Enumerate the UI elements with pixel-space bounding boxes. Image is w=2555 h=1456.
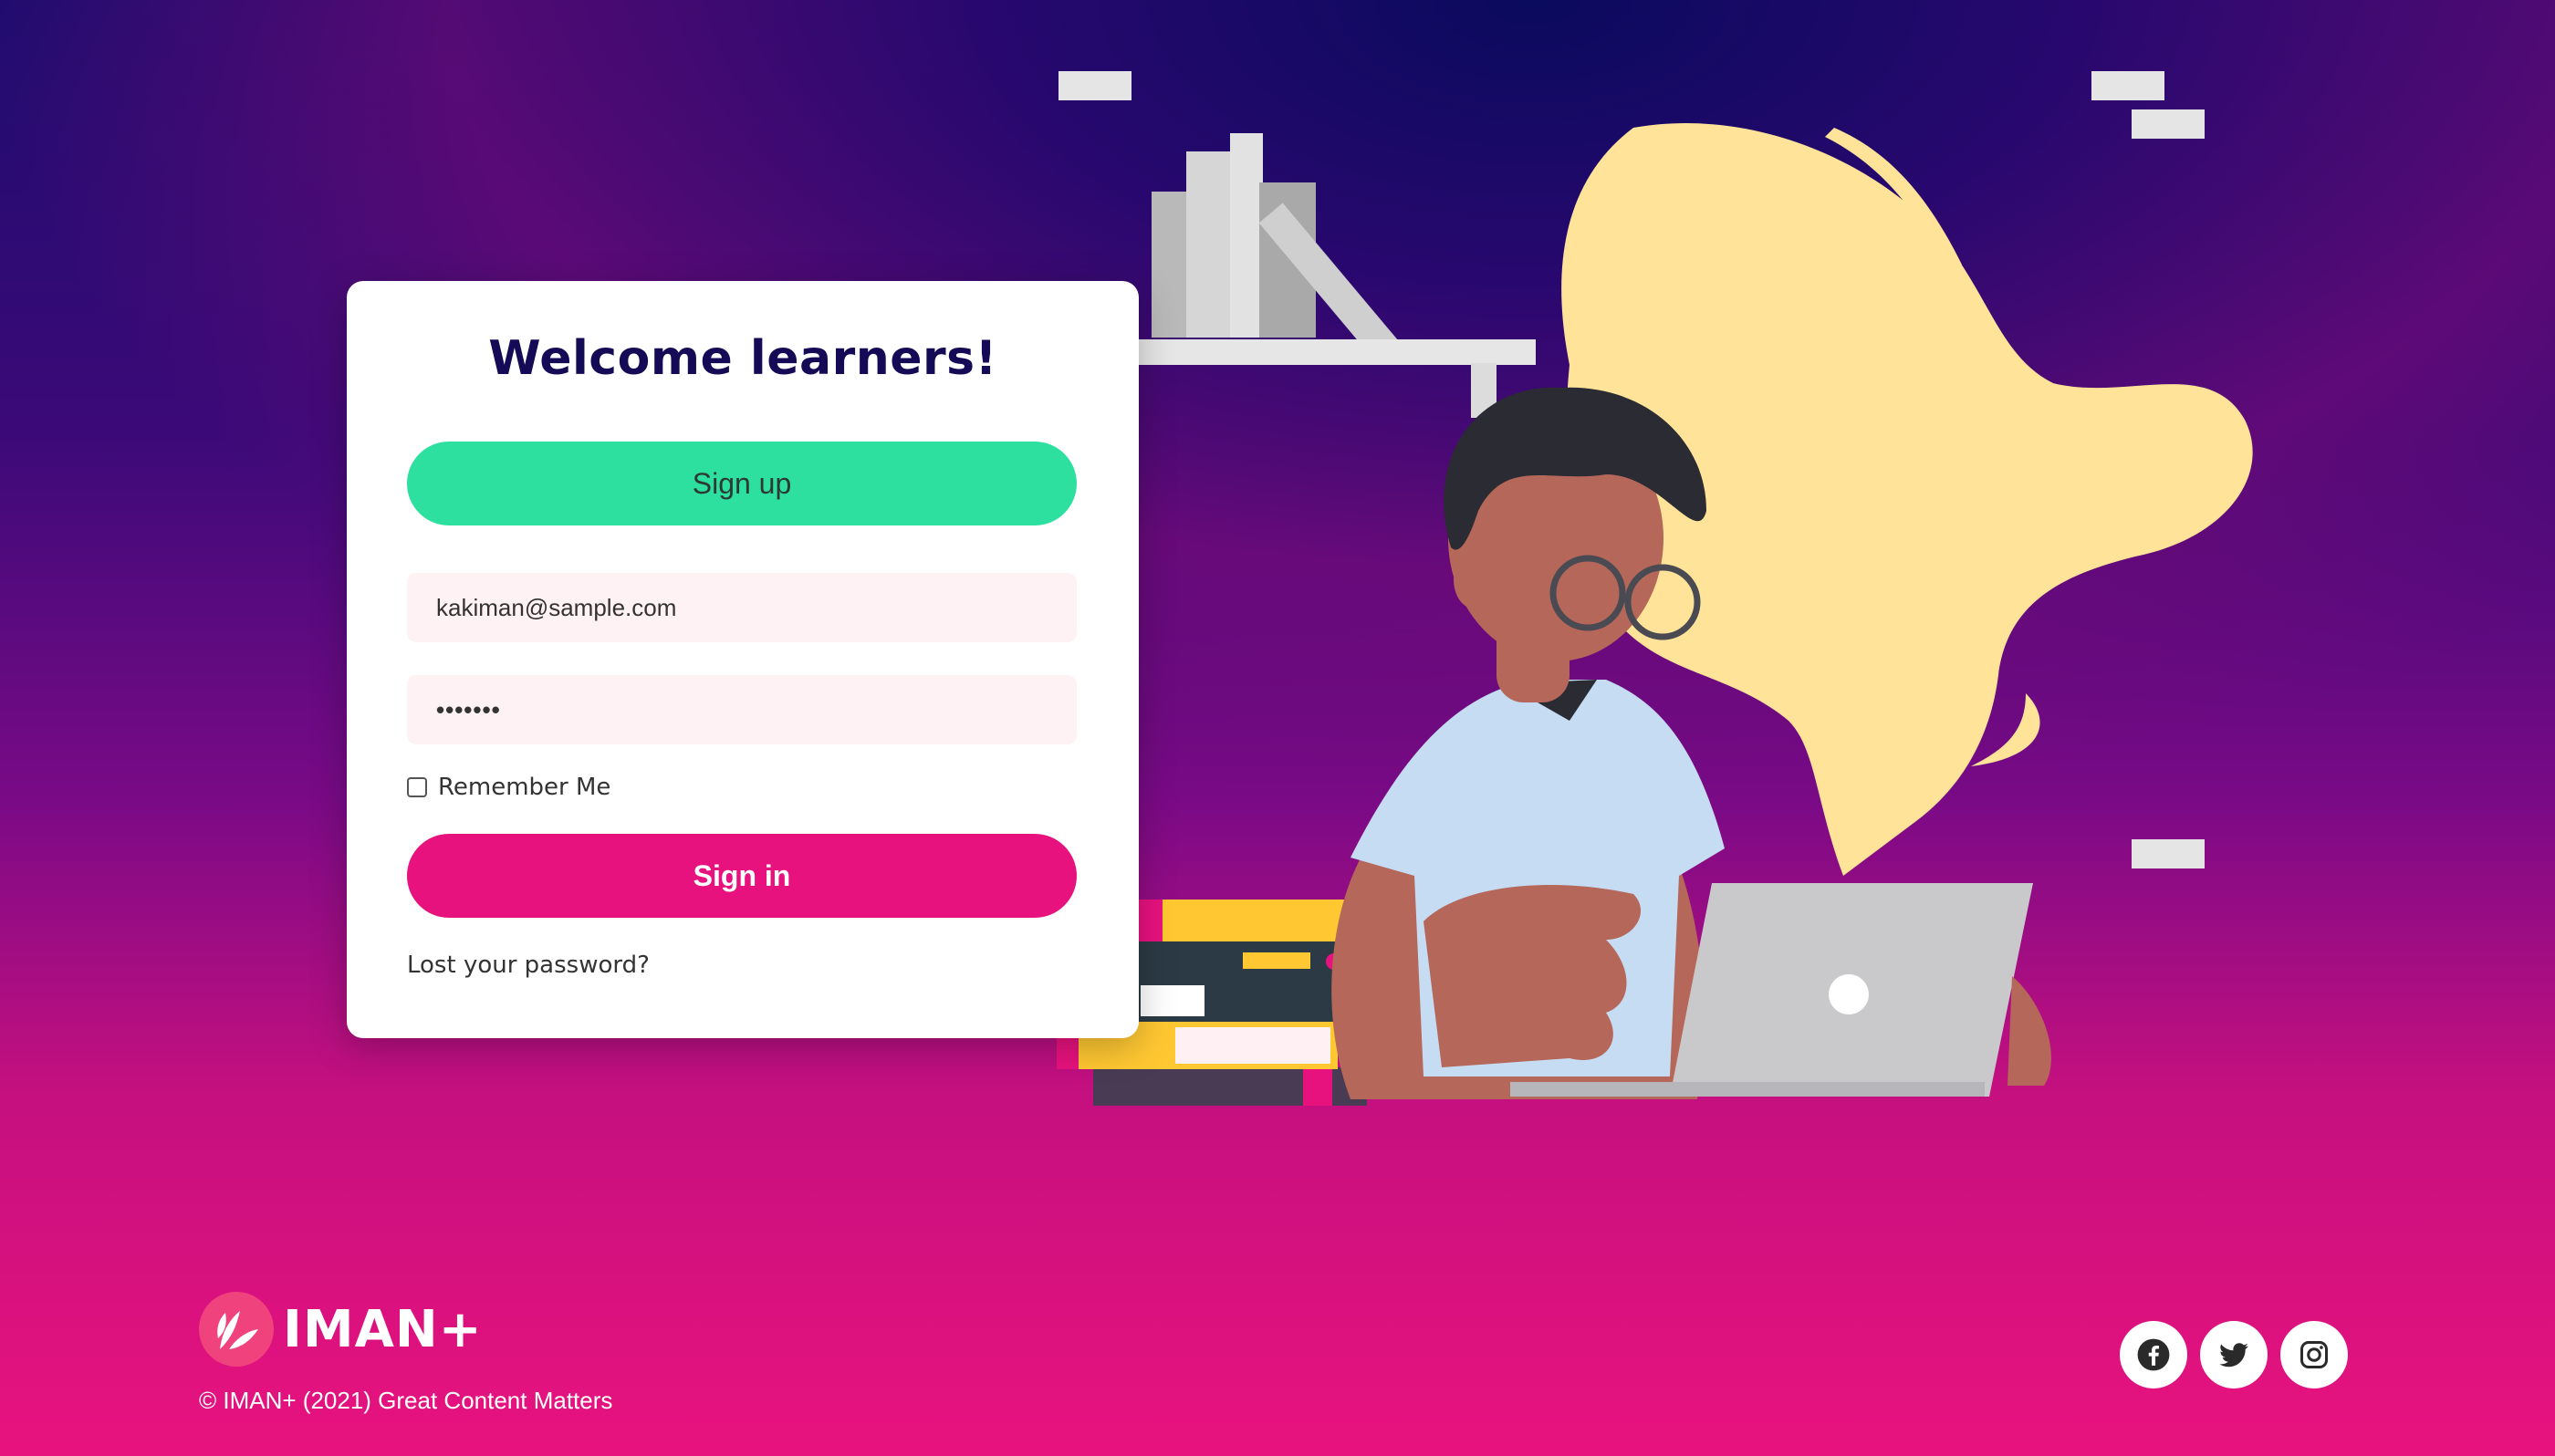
password-field-value: ••••••• xyxy=(436,695,501,723)
student-figure xyxy=(1331,387,1725,1099)
decor-block xyxy=(1058,71,1132,100)
remember-me-label[interactable]: Remember Me xyxy=(438,774,610,801)
remember-me-checkbox[interactable] xyxy=(407,777,427,797)
brand-logo-text: IMAN+ xyxy=(283,1299,483,1359)
twitter-icon xyxy=(2219,1343,2248,1368)
email-field[interactable]: kakiman@sample.com xyxy=(407,573,1077,642)
instagram-link[interactable] xyxy=(2280,1321,2348,1388)
sign-up-button[interactable]: Sign up xyxy=(407,442,1077,525)
decor-block xyxy=(2132,839,2205,868)
login-card: Welcome learners! Sign up kakiman@sample… xyxy=(347,281,1139,1038)
decor-block xyxy=(2091,71,2164,100)
facebook-icon xyxy=(2137,1338,2170,1371)
copyright-text: © IMAN+ (2021) Great Content Matters xyxy=(199,1387,613,1414)
lost-password-link[interactable]: Lost your password? xyxy=(407,952,650,979)
leaf-logo-icon xyxy=(199,1292,274,1367)
page-title: Welcome learners! xyxy=(488,331,997,386)
sign-in-button[interactable]: Sign in xyxy=(407,834,1077,918)
decor-block xyxy=(2132,109,2205,139)
instagram-icon xyxy=(2300,1341,2328,1368)
remember-me[interactable]: Remember Me xyxy=(407,774,610,801)
password-field[interactable]: ••••••• xyxy=(407,675,1077,744)
email-field-value: kakiman@sample.com xyxy=(436,593,677,621)
facebook-link[interactable] xyxy=(2120,1321,2187,1388)
twitter-link[interactable] xyxy=(2200,1321,2268,1388)
brand-logo[interactable]: IMAN+ xyxy=(199,1292,483,1367)
bookshelf-graphic xyxy=(1136,133,1536,418)
